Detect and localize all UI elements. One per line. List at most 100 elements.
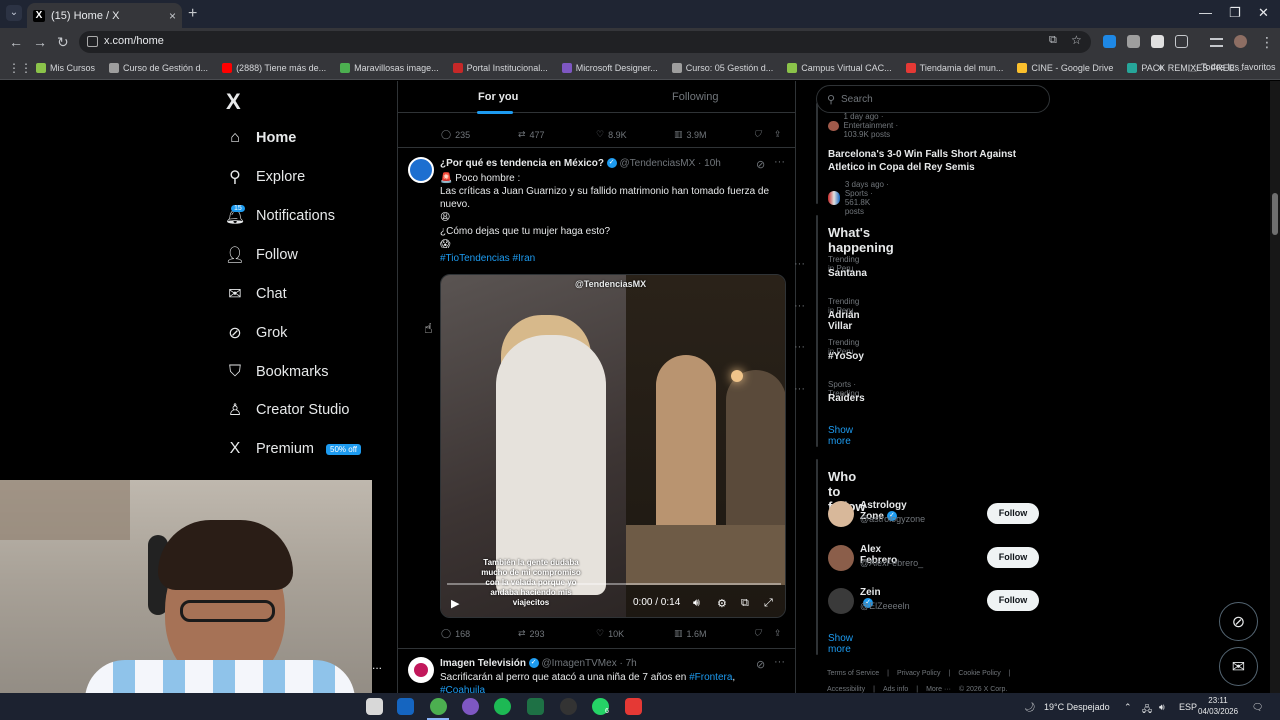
taskbar-app-icon[interactable] — [625, 698, 642, 715]
new-tab-icon[interactable]: + — [188, 5, 197, 23]
bookmark-button[interactable]: ⛉ — [754, 129, 761, 140]
back-icon[interactable]: ← — [9, 34, 23, 50]
avatar[interactable] — [828, 544, 854, 571]
footer-link[interactable]: Ads info — [883, 686, 908, 693]
video-player[interactable]: @TendenciasMX También la gente dudaba mu… — [440, 274, 786, 618]
trend-name[interactable]: Adrián Villar — [828, 310, 860, 332]
nav-item-bookmarks[interactable]: ⛉ Bookmarks — [226, 363, 329, 381]
window-close-icon[interactable]: ✕ — [1258, 5, 1269, 21]
author-name[interactable]: Imagen Televisión — [440, 658, 526, 669]
extension-icon[interactable] — [1127, 35, 1140, 48]
trend-name[interactable]: Raiders — [828, 393, 865, 404]
share-button[interactable]: ⇪ — [774, 628, 782, 639]
video-progress-bar[interactable] — [447, 583, 781, 585]
suggestion-handle[interactable]: @astrologyzone — [860, 514, 925, 524]
grok-fab[interactable]: ⊘ — [1219, 602, 1258, 641]
reload-icon[interactable]: ↻ — [57, 34, 69, 51]
bookmark-item[interactable]: Campus Virtual CAC... — [787, 62, 892, 73]
bookmark-item[interactable]: Microsoft Designer... — [561, 62, 658, 73]
scrollbar[interactable] — [1270, 81, 1280, 693]
x-logo-icon[interactable]: X — [226, 89, 241, 115]
more-icon[interactable]: ··· — [774, 656, 785, 668]
footer-link[interactable]: © 2026 X Corp. — [959, 686, 1007, 693]
minimize-icon[interactable]: — — [1199, 5, 1212, 20]
author-name[interactable]: ¿Por qué es tendencia en México? — [440, 158, 604, 169]
bookmark-item[interactable]: Tiendamia del mun... — [905, 62, 1003, 73]
apps-grid-icon[interactable]: ⋮⋮ — [0, 61, 36, 75]
language-indicator[interactable]: ESP — [1179, 702, 1197, 712]
reply-button[interactable]: ◯ 168 — [441, 628, 470, 639]
search-input[interactable]: Search — [841, 94, 873, 105]
follow-button[interactable]: Follow — [987, 546, 1039, 568]
bookmark-item[interactable]: Mis Cursos — [36, 62, 95, 73]
tab-search-icon[interactable]: ⌄ — [6, 5, 22, 21]
pip-icon[interactable]: ⧉ — [741, 597, 749, 610]
footer-link[interactable]: More ··· — [926, 686, 951, 693]
views-button[interactable]: ▥ 3.9M — [674, 129, 707, 140]
avatar[interactable] — [408, 157, 434, 183]
footer-link[interactable]: Cookie Policy — [958, 670, 1000, 677]
tab-for-you[interactable]: For you — [478, 91, 518, 103]
settings-icon[interactable]: ⚙ — [717, 597, 727, 610]
repost-button[interactable]: ⇄ 477 — [518, 129, 545, 140]
volume-tray-icon[interactable]: 🔊︎ — [1159, 702, 1165, 713]
search-box[interactable]: ⚲ Search — [816, 85, 1050, 113]
suggestion-handle[interactable]: @AlexFebrero_ — [860, 558, 923, 568]
reply-button[interactable]: ◯ 235 — [441, 129, 470, 140]
bookmark-item[interactable]: Maravillosas image... — [340, 62, 439, 73]
reading-list-icon[interactable] — [1210, 38, 1223, 47]
follow-button[interactable]: Follow — [987, 590, 1039, 611]
author-handle[interactable]: @TendenciasMX — [620, 158, 696, 169]
extensions-puzzle-icon[interactable] — [1175, 35, 1188, 48]
bookmark-button[interactable]: ⛉ — [754, 628, 761, 639]
tweet-time[interactable]: 10h — [704, 158, 721, 169]
bookmark-item[interactable]: (2888) Tiene más de... — [222, 62, 326, 73]
bookmarks-overflow-icon[interactable]: » — [1157, 60, 1164, 74]
hashtag-link[interactable]: #Coahuila — [440, 685, 485, 693]
hashtags[interactable]: #TioTendencias #Iran — [440, 253, 535, 264]
trend-more-icon[interactable]: ··· — [794, 258, 805, 270]
tab-x-home[interactable]: X (15) Home / X × — [27, 3, 182, 28]
outlook-icon[interactable] — [397, 698, 414, 715]
nav-item-premium[interactable]: X Premium 50% off — [226, 440, 361, 458]
site-info-icon[interactable] — [87, 36, 98, 47]
clock[interactable]: 23:11 04/03/2026 — [1198, 695, 1238, 717]
show-more-link[interactable]: Show more — [828, 425, 853, 447]
extension-icon[interactable] — [1151, 35, 1164, 48]
like-button[interactable]: ♡ 8.9K — [596, 129, 627, 140]
repost-button[interactable]: ⇄ 293 — [518, 628, 545, 639]
spotify-icon[interactable] — [494, 698, 511, 715]
forward-icon[interactable]: → — [33, 34, 47, 50]
tweet-time[interactable]: 7h — [626, 658, 637, 669]
tab-close-icon[interactable]: × — [169, 9, 176, 23]
chrome-icon[interactable] — [430, 698, 447, 715]
nav-item-home[interactable]: ⌂ Home — [226, 129, 296, 147]
avatar[interactable] — [828, 588, 854, 614]
follow-button[interactable]: Follow — [987, 503, 1039, 524]
trend-more-icon[interactable]: ··· — [794, 341, 805, 353]
scrollbar-thumb[interactable] — [1272, 193, 1278, 235]
star-icon[interactable]: ☆ — [1071, 33, 1082, 47]
news-headline[interactable]: Barcelona's 3-0 Win Falls Short Against … — [828, 148, 1038, 174]
views-button[interactable]: ▥ 1.6M — [674, 628, 707, 639]
footer-link[interactable]: Terms of Service — [827, 670, 879, 677]
excel-icon[interactable] — [527, 698, 544, 715]
taskbar-app-icon[interactable] — [366, 698, 383, 715]
trend-more-icon[interactable]: ··· — [794, 383, 805, 395]
restore-icon[interactable]: ❐ — [1229, 5, 1241, 21]
footer-link[interactable]: Privacy Policy — [897, 670, 941, 677]
notification-center-icon[interactable]: 🗨︎ — [1252, 702, 1263, 713]
profile-avatar[interactable] — [1234, 35, 1247, 48]
trend-more-icon[interactable]: ··· — [794, 300, 805, 312]
more-icon[interactable]: ··· — [774, 156, 785, 168]
bookmark-item[interactable]: CINE - Google Drive — [1017, 62, 1113, 73]
weather-text[interactable]: 19°C Despejado — [1044, 702, 1110, 712]
menu-icon[interactable]: ⋮ — [1260, 34, 1274, 51]
install-icon[interactable]: ⧉ — [1049, 34, 1057, 47]
account-more-icon[interactable]: ... — [372, 658, 382, 672]
nav-item-creator-studio[interactable]: ♙ Creator Studio — [226, 401, 350, 419]
tray-overflow-icon[interactable]: ⌃ — [1124, 702, 1132, 713]
trend-name[interactable]: #YoSoy — [828, 351, 864, 362]
network-icon[interactable]: 🖧︎ — [1142, 702, 1152, 718]
bookmark-item[interactable]: Curso de Gestión d... — [109, 62, 208, 73]
